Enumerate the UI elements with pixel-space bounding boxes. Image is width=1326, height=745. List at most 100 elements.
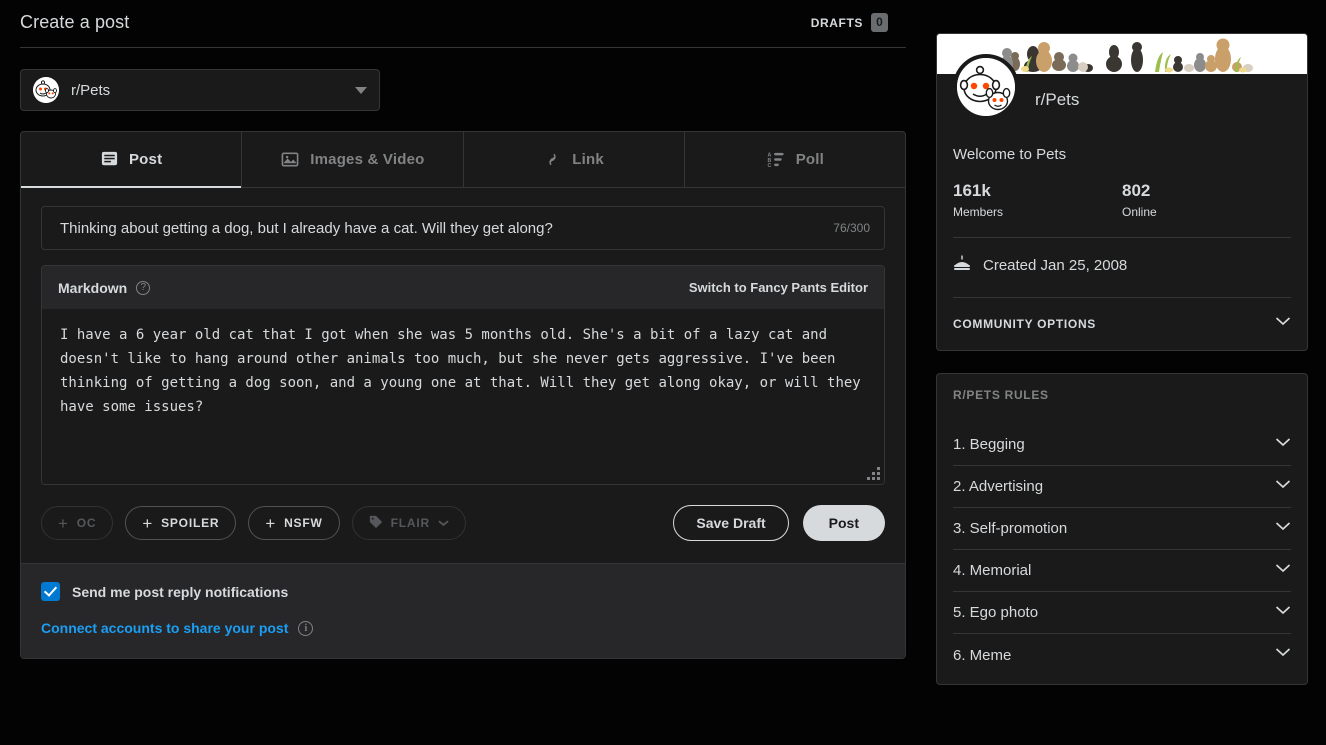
editor-mode: Markdown ? [58,279,151,296]
chevron-down-icon [1275,479,1291,495]
rule-item[interactable]: 6. Meme [953,634,1291,676]
create-post-page: Create a post DRAFTS 0 r/Pets Post Image… [0,0,1326,745]
chevron-down-icon [1275,316,1291,332]
cake-icon [953,254,971,277]
rule-label: 1. Begging [953,436,1025,453]
connect-accounts-row: Connect accounts to share your post i [41,620,885,636]
post-composer-card: Post Images & Video Link A B C Poll Thin… [20,131,906,659]
tab-images-video-label: Images & Video [310,151,425,168]
rule-item[interactable]: 5. Ego photo [953,592,1291,634]
svg-text:C: C [767,163,771,169]
page-header: Create a post DRAFTS 0 [20,0,906,48]
online-label: Online [1122,205,1157,219]
rule-label: 4. Memorial [953,562,1032,579]
rule-label: 5. Ego photo [953,604,1039,621]
title-char-counter: 76/300 [833,221,870,235]
flair-label: FLAIR [390,516,430,530]
chevron-down-icon [1275,647,1291,663]
nsfw-button[interactable]: + NSFW [248,506,340,540]
rule-item[interactable]: 3. Self-promotion [953,508,1291,550]
created-date: Created Jan 25, 2008 [983,257,1128,274]
link-icon [543,150,562,169]
community-options-toggle[interactable]: COMMUNITY OPTIONS [953,297,1291,336]
notify-checkbox[interactable] [41,582,60,601]
main-column: Create a post DRAFTS 0 r/Pets Post Image… [0,0,926,745]
community-options-label: COMMUNITY OPTIONS [953,317,1097,331]
rule-label: 3. Self-promotion [953,520,1068,537]
post-button[interactable]: Post [802,505,885,541]
post-body-value: I have a 6 year old cat that I got when … [60,327,870,415]
tab-link-label: Link [572,151,604,168]
chevron-down-icon [1275,605,1291,621]
connect-accounts-link[interactable]: Connect accounts to share your post [41,620,288,636]
page-title: Create a post [20,12,130,32]
notify-label: Send me post reply notifications [72,583,289,600]
flair-button[interactable]: FLAIR [351,506,466,540]
post-type-tabs: Post Images & Video Link A B C Poll [21,132,905,188]
rule-item[interactable]: 1. Begging [953,424,1291,466]
community-info: r/Pets Welcome to Pets 161k Members 802 … [937,54,1307,350]
plus-icon: + [142,513,154,533]
post-title-input[interactable]: Thinking about getting a dog, but I alre… [41,206,885,250]
oc-button[interactable]: + OC [41,506,114,540]
subreddit-selector[interactable]: r/Pets [20,69,380,111]
community-avatar-icon [953,54,1019,120]
rules-card: R/PETS RULES 1. Begging 2. Advertising 3… [936,373,1308,685]
notify-row[interactable]: Send me post reply notifications [41,582,885,601]
community-name: r/Pets [1035,90,1080,109]
chevron-down-icon [355,86,367,94]
sidebar: r/Pets Welcome to Pets 161k Members 802 … [926,0,1326,745]
members-count: 161k [953,181,991,200]
tab-poll-label: Poll [795,151,825,168]
rules-title: R/PETS RULES [953,388,1049,402]
plus-icon: + [58,513,69,533]
rule-item[interactable]: 4. Memorial [953,550,1291,592]
editor-toolbar: Markdown ? Switch to Fancy Pants Editor [42,266,884,309]
composer-actions: + OC + SPOILER + NSFW FLAIR Save Draft P… [41,485,885,563]
tag-icon [369,515,383,532]
chevron-down-icon [1275,437,1291,453]
online-count: 802 [1122,181,1151,200]
rule-item[interactable]: 2. Advertising [953,466,1291,508]
post-body-textarea[interactable]: I have a 6 year old cat that I got when … [42,309,884,484]
plus-icon: + [265,513,277,533]
image-icon [280,150,300,169]
members-label: Members [953,205,1004,219]
community-description: Welcome to Pets [953,146,1067,163]
oc-label: OC [76,516,97,530]
spoiler-button[interactable]: + SPOILER [125,506,237,540]
subreddit-avatar-icon [33,77,59,103]
save-draft-button[interactable]: Save Draft [673,505,789,541]
members-stat: 161k Members [953,181,1122,219]
markdown-editor: Markdown ? Switch to Fancy Pants Editor … [41,265,885,485]
tab-images-video[interactable]: Images & Video [242,132,464,187]
tab-poll[interactable]: A B C Poll [685,132,905,187]
drafts-label: DRAFTS [810,15,863,30]
community-card: r/Pets Welcome to Pets 161k Members 802 … [936,33,1308,351]
composer-body: Thinking about getting a dog, but I alre… [21,188,905,563]
community-stats: 161k Members 802 Online [953,181,1291,219]
drafts-count-badge: 0 [871,13,888,32]
drafts-button[interactable]: DRAFTS 0 [811,13,906,32]
nsfw-label: NSFW [284,516,323,530]
poll-icon: A B C [766,150,786,169]
online-stat: 802 Online [1122,181,1291,219]
composer-footer: Send me post reply notifications Connect… [21,563,905,658]
help-icon[interactable]: ? [136,280,151,295]
community-created: Created Jan 25, 2008 [953,254,1291,277]
tab-link[interactable]: Link [464,132,685,187]
rule-label: 6. Meme [953,646,1012,664]
tab-post[interactable]: Post [21,132,243,188]
post-icon [100,150,119,169]
spoiler-label: SPOILER [161,516,220,530]
switch-editor-link[interactable]: Switch to Fancy Pants Editor [689,280,868,295]
chevron-down-icon [1275,563,1291,579]
selected-subreddit-name: r/Pets [71,81,111,99]
post-title-value: Thinking about getting a dog, but I alre… [60,219,553,237]
rule-label: 2. Advertising [953,478,1044,495]
editor-mode-label: Markdown [58,279,128,296]
community-identity: r/Pets [953,54,1291,126]
resize-handle[interactable] [867,467,880,480]
info-icon[interactable]: i [298,620,314,636]
tab-post-label: Post [128,151,163,168]
